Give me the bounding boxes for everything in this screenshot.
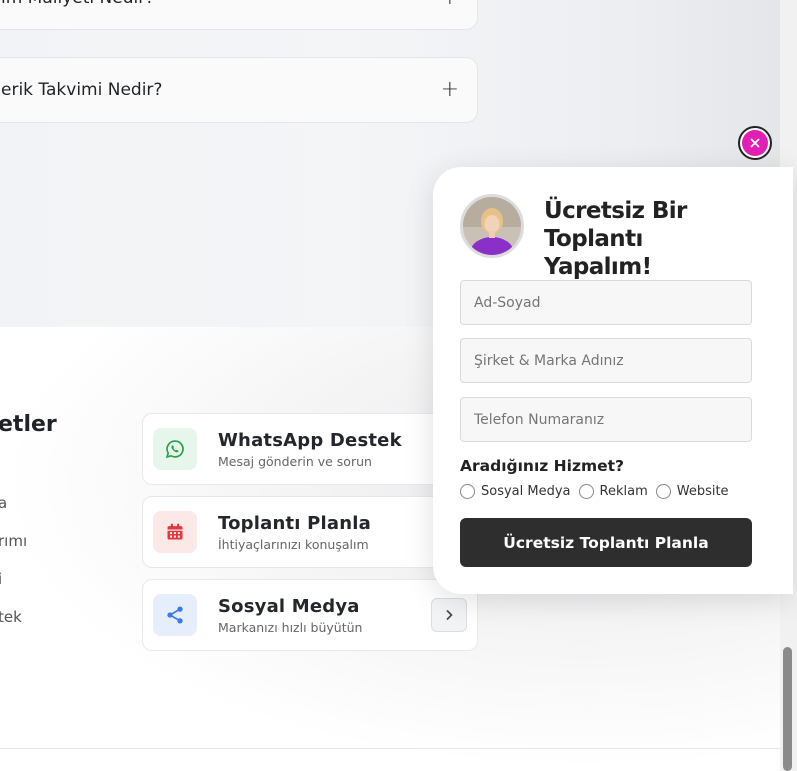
divider (0, 748, 780, 749)
close-button[interactable] (738, 126, 772, 160)
faq-item[interactable]: ım Maliyeti Nedir? + (0, 0, 478, 30)
radio-circle-icon[interactable] (460, 484, 475, 499)
avatar (460, 194, 524, 258)
footer-link[interactable]: rımı (0, 532, 27, 570)
contact-card-meeting[interactable]: Toplantı Planla İhtiyaçlarınızı konuşalı… (142, 496, 478, 568)
submit-button[interactable]: Ücretsiz Toplantı Planla (460, 518, 752, 567)
meeting-popup: Ücretsiz Bir Toplantı Yapalım! Aradığını… (433, 167, 793, 594)
radio-social-media[interactable]: Sosyal Medya (460, 484, 571, 499)
radio-label: Sosyal Medya (481, 484, 571, 499)
name-field[interactable] (460, 280, 752, 325)
contact-card-social[interactable]: Sosyal Medya Markanızı hızlı büyütün (142, 579, 478, 651)
radio-website[interactable]: Website (655, 484, 729, 499)
scrollbar-thumb[interactable] (783, 647, 792, 771)
faq-question: ım Maliyeti Nedir? (1, 0, 154, 8)
footer-link[interactable]: tek (0, 608, 27, 646)
footer-link[interactable]: a (0, 494, 27, 532)
contact-card-title: Toplantı Planla (218, 512, 371, 534)
radio-label: Website (676, 484, 729, 499)
footer-column-title: etler (0, 412, 57, 437)
calendar-icon (153, 511, 197, 553)
share-icon (153, 594, 197, 636)
contact-card-subtitle: Mesaj gönderin ve sorun (218, 453, 372, 469)
footer-links: a rımı i tek (0, 494, 27, 646)
contact-card-title: Sosyal Medya (218, 595, 360, 617)
service-options: Sosyal Medya Reklam Website (460, 484, 737, 499)
radio-circle-icon[interactable] (578, 484, 594, 499)
faq-question: erik Takvimi Nedir? (1, 80, 163, 100)
faq-item[interactable]: erik Takvimi Nedir? + (0, 57, 478, 123)
footer-link[interactable]: i (0, 570, 27, 608)
phone-field[interactable] (460, 397, 752, 442)
contact-card-whatsapp[interactable]: WhatsApp Destek Mesaj gönderin ve sorun (142, 413, 478, 485)
contact-card-subtitle: İhtiyaçlarınızı konuşalım (218, 536, 369, 552)
contact-card-title: WhatsApp Destek (218, 429, 402, 451)
service-question: Aradığınız Hizmet? (460, 457, 625, 475)
whatsapp-icon (153, 428, 197, 470)
plus-icon[interactable]: + (441, 0, 459, 9)
close-icon[interactable] (742, 130, 768, 156)
radio-label: Reklam (599, 484, 648, 499)
contact-card-subtitle: Markanızı hızlı büyütün (218, 619, 363, 635)
radio-ads[interactable]: Reklam (578, 484, 648, 499)
popup-title: Ücretsiz Bir Toplantı Yapalım! (544, 198, 687, 280)
radio-circle-icon[interactable] (655, 484, 671, 499)
chevron-right-icon[interactable] (431, 598, 467, 632)
plus-icon[interactable]: + (441, 79, 459, 101)
company-field[interactable] (460, 338, 752, 383)
